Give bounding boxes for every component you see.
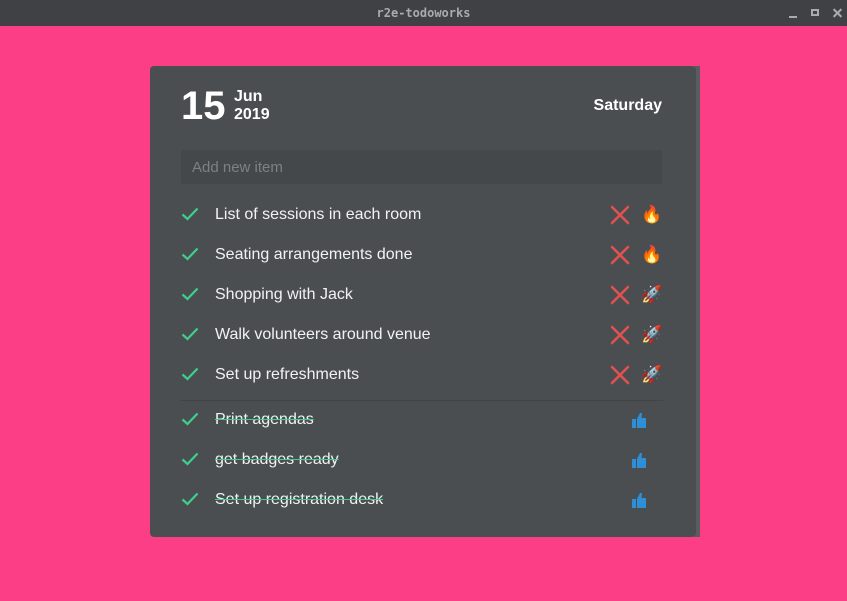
window-title: r2e-todoworks xyxy=(376,6,471,20)
checkmark-icon[interactable] xyxy=(181,412,199,426)
date-weekday: Saturday xyxy=(593,97,662,114)
fire-icon[interactable]: 🔥 xyxy=(641,244,663,266)
date-year: 2019 xyxy=(234,106,270,123)
checkmark-icon[interactable] xyxy=(181,247,199,261)
checkmark-icon[interactable] xyxy=(181,367,199,381)
todo-label[interactable]: List of sessions in each room xyxy=(215,206,421,224)
todo-row: List of sessions in each room 🔥 xyxy=(150,196,696,236)
todo-row: Seating arrangements done 🔥 xyxy=(150,236,696,276)
checkmark-icon[interactable] xyxy=(181,492,199,506)
maximize-button[interactable] xyxy=(808,4,822,20)
todo-label[interactable]: Set up refreshments xyxy=(215,366,359,384)
date-day: 15 xyxy=(181,84,226,128)
date-month: Jun xyxy=(234,88,263,105)
thumbs-up-icon[interactable] xyxy=(629,490,649,510)
completed-todo-row: Set up registration desk xyxy=(150,481,696,521)
delete-icon[interactable] xyxy=(610,325,630,345)
todo-label[interactable]: Set up registration desk xyxy=(215,491,383,509)
rocket-icon[interactable]: 🚀 xyxy=(641,324,663,346)
completed-todo-row: get badges ready xyxy=(150,441,696,481)
todo-label[interactable]: Shopping with Jack xyxy=(215,286,353,304)
todo-label[interactable]: Walk volunteers around venue xyxy=(215,326,431,344)
thumbs-up-icon[interactable] xyxy=(629,450,649,470)
todo-row: Walk volunteers around venue 🚀 xyxy=(150,316,696,356)
fire-icon[interactable]: 🔥 xyxy=(641,204,663,226)
window-titlebar: r2e-todoworks xyxy=(0,0,847,26)
add-item-input[interactable] xyxy=(181,150,662,184)
todo-label[interactable]: Seating arrangements done xyxy=(215,246,412,264)
completed-todo-row: Print agendas xyxy=(150,401,696,441)
rocket-icon[interactable]: 🚀 xyxy=(641,284,663,306)
checkmark-icon[interactable] xyxy=(181,452,199,466)
delete-icon[interactable] xyxy=(610,365,630,385)
checkmark-icon[interactable] xyxy=(181,207,199,221)
todo-label[interactable]: get badges ready xyxy=(215,451,339,469)
thumbs-up-icon[interactable] xyxy=(629,410,649,430)
rocket-icon[interactable]: 🚀 xyxy=(641,364,663,386)
todo-row: Shopping with Jack 🚀 xyxy=(150,276,696,316)
checkmark-icon[interactable] xyxy=(181,287,199,301)
delete-icon[interactable] xyxy=(610,205,630,225)
delete-icon[interactable] xyxy=(610,245,630,265)
minimize-button[interactable] xyxy=(786,4,800,20)
todo-card: 15 Jun 2019 Saturday List of sessions in… xyxy=(150,66,696,537)
checkmark-icon[interactable] xyxy=(181,327,199,341)
close-window-button[interactable] xyxy=(830,4,844,20)
todo-row: Set up refreshments 🚀 xyxy=(150,356,696,396)
delete-icon[interactable] xyxy=(610,285,630,305)
todo-label[interactable]: Print agendas xyxy=(215,411,314,429)
